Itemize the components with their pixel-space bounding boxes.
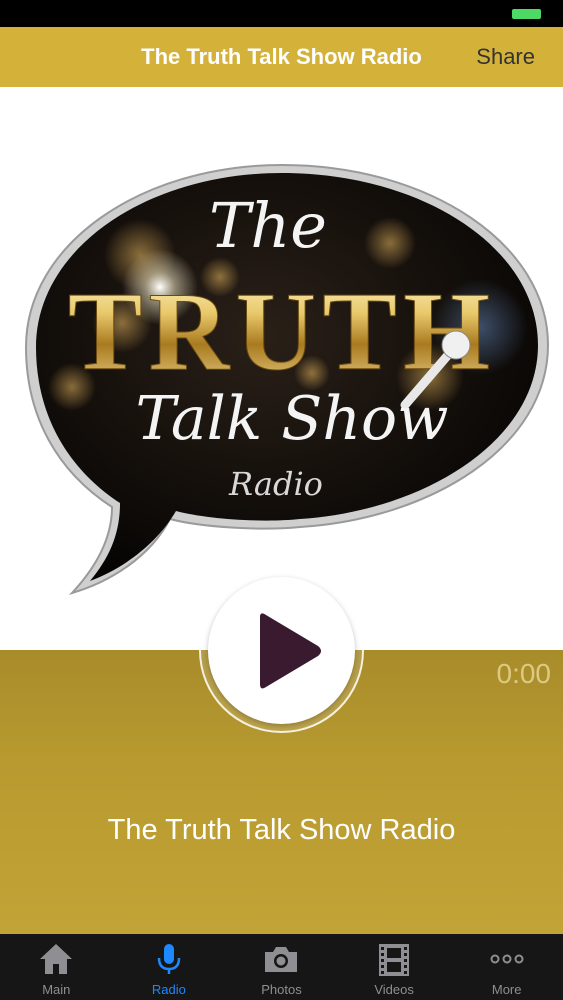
nav-bar: The Truth Talk Show Radio Share [0,27,563,87]
station-logo: The TRUTH Talk Show Radio [0,87,563,650]
share-button[interactable]: Share [476,44,535,70]
tab-label: Radio [151,982,186,997]
elapsed-time: 0:00 [496,658,552,689]
tab-radio[interactable]: Radio [113,934,226,1000]
tab-videos[interactable]: Videos [338,934,451,1000]
film-icon [379,944,410,976]
logo-radio-text: Radio [228,465,323,503]
status-bar [0,0,563,27]
more-dots-icon [490,954,524,964]
logo-the-text: The [209,189,327,262]
tab-label: More [491,982,522,997]
tab-main[interactable]: Main [0,934,113,1000]
tab-more[interactable]: More [450,934,563,1000]
speech-bubble-logo: The TRUTH Talk Show Radio [24,163,550,595]
camera-icon [265,947,298,972]
logo-talk-show-text: Talk Show [136,384,449,454]
battery-icon [512,9,541,19]
play-button[interactable] [208,577,355,724]
tab-label: Main [42,982,71,997]
microphone-icon [157,944,181,974]
house-icon [40,944,73,974]
tab-label: Videos [374,982,414,997]
tab-bar: Main Radio Photos Videos More [0,934,563,1000]
station-name: The Truth Talk Show Radio [107,814,456,846]
tab-label: Photos [261,982,302,997]
play-icon [260,613,321,689]
tab-photos[interactable]: Photos [225,934,338,1000]
